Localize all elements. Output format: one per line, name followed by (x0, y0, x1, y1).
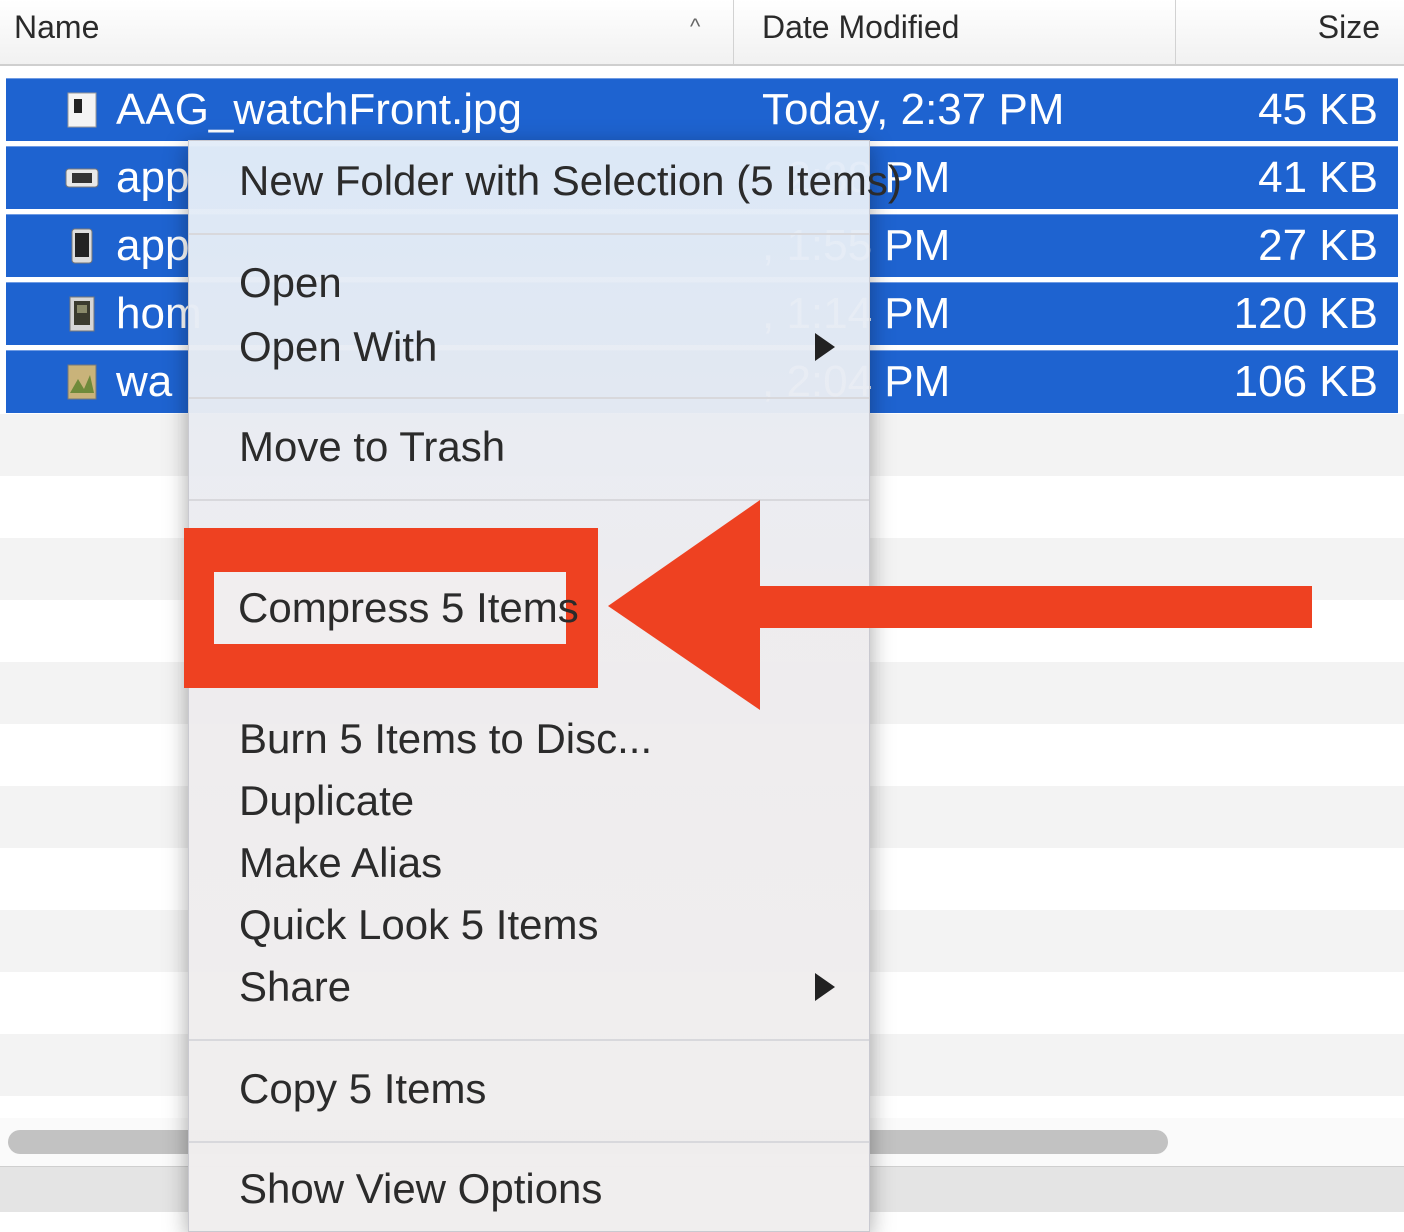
file-row[interactable]: AAG_watchFront.jpg Today, 2:37 PM 45 KB (6, 78, 1398, 141)
menu-item-share[interactable]: Share (239, 963, 351, 1011)
menu-separator (189, 1141, 869, 1143)
image-file-icon (65, 168, 99, 188)
date-modified-column-header[interactable]: Date Modified (762, 0, 959, 64)
annotation-compress-label: Compress 5 Items (238, 584, 579, 631)
file-size: 120 KB (1233, 289, 1378, 338)
file-size: 45 KB (1258, 85, 1378, 134)
sort-ascending-icon[interactable]: ^ (690, 0, 700, 64)
submenu-arrow-icon (815, 333, 835, 361)
menu-separator (189, 397, 869, 399)
size-column-header[interactable]: Size (1318, 0, 1380, 64)
file-name: app (116, 153, 190, 202)
image-file-icon (67, 92, 97, 128)
menu-item-show-view-options[interactable]: Show View Options (239, 1165, 602, 1213)
menu-item-duplicate[interactable]: Duplicate (239, 777, 414, 825)
file-name: AAG_watchFront.jpg (116, 85, 522, 134)
column-header: Name ^ Date Modified Size (0, 0, 1404, 66)
submenu-arrow-icon (815, 973, 835, 1001)
menu-separator (189, 1039, 869, 1041)
file-size: 41 KB (1258, 153, 1378, 202)
image-file-icon (69, 296, 95, 332)
file-date: Today, 2:37 PM (762, 85, 1065, 134)
name-column-header[interactable]: Name (14, 0, 99, 64)
annotation-arrow-icon (608, 500, 1312, 710)
column-divider[interactable] (733, 0, 734, 64)
menu-item-burn-to-disc[interactable]: Burn 5 Items to Disc... (239, 715, 652, 763)
menu-item-quick-look[interactable]: Quick Look 5 Items (239, 901, 598, 949)
file-size: 106 KB (1233, 357, 1378, 406)
file-size: 27 KB (1258, 221, 1378, 270)
file-name: wa (116, 357, 173, 406)
menu-separator (189, 233, 869, 235)
menu-item-make-alias[interactable]: Make Alias (239, 839, 442, 887)
image-file-icon (67, 364, 97, 400)
menu-item-open-with[interactable]: Open With (239, 323, 437, 371)
menu-item-new-folder-with-selection[interactable]: New Folder with Selection (5 Items) (239, 157, 902, 205)
column-divider[interactable] (1175, 0, 1176, 64)
file-name: app (116, 221, 190, 270)
menu-item-copy[interactable]: Copy 5 Items (239, 1065, 486, 1113)
menu-item-open[interactable]: Open (239, 259, 342, 307)
image-file-icon (71, 228, 93, 264)
menu-item-move-to-trash[interactable]: Move to Trash (239, 423, 505, 471)
